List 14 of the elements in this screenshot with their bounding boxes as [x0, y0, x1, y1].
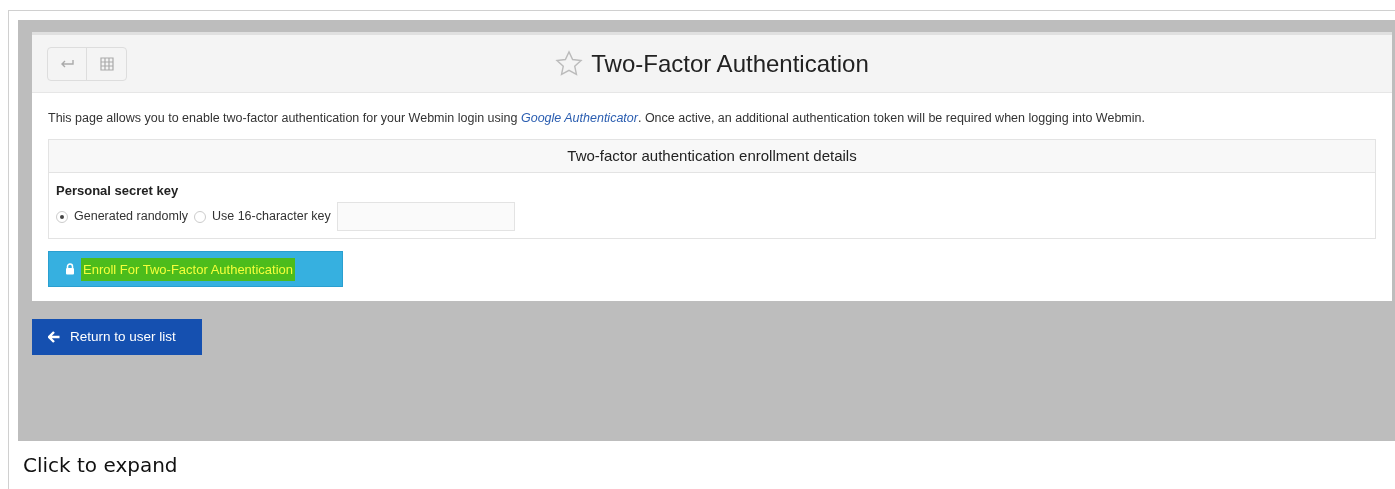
- caption-text: Click to expand: [23, 452, 179, 479]
- left-arrow-icon: [48, 331, 60, 344]
- grid-icon: [99, 56, 114, 71]
- radio-option[interactable]: Use 16-character key: [193, 207, 331, 227]
- return-arrow-icon: [60, 58, 74, 69]
- return-button[interactable]: Return to user list: [32, 319, 202, 356]
- lock-icon: [65, 263, 75, 276]
- page-title: Two-Factor Authentication: [591, 48, 869, 79]
- radio-option[interactable]: Generated randomly: [56, 207, 188, 227]
- table-header: Two-factor authentication enrollment details: [49, 139, 1375, 173]
- field-label: Personal secret key: [56, 181, 180, 200]
- key-input[interactable]: [336, 202, 515, 232]
- star-icon[interactable]: [555, 50, 584, 77]
- intro-text: This page allows you to enable two-factor authentication for your Webmin login using Google Authenticator. Once active, an additional authentication token will be required when logging into Webmin.: [48, 110, 1146, 127]
